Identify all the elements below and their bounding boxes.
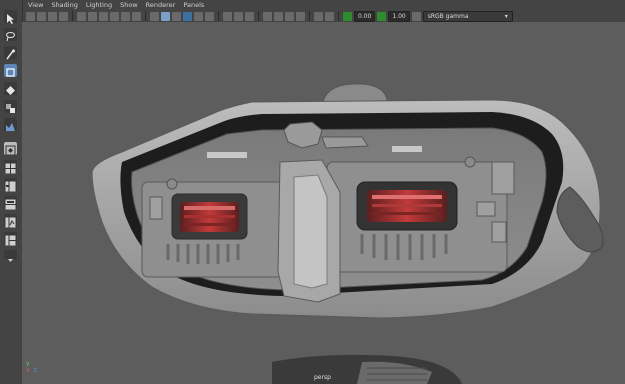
isolate-select-icon[interactable] <box>314 11 323 21</box>
use-all-lights-icon[interactable] <box>194 11 203 21</box>
camera-name-label: persp <box>314 374 331 381</box>
move-tool-icon[interactable] <box>4 64 17 77</box>
maya-window: View Shading Lighting Show Renderer Pane… <box>0 0 625 384</box>
camera-select-icon[interactable] <box>26 11 35 21</box>
layout-single-icon[interactable] <box>4 142 17 156</box>
chevron-down-icon: ▾ <box>504 12 508 20</box>
last-tool-icon[interactable] <box>4 118 17 131</box>
axis-z-label: z <box>33 367 37 374</box>
scale-tool-icon[interactable] <box>4 100 17 113</box>
rotate-tool-icon[interactable] <box>4 82 17 95</box>
camera-attributes-icon[interactable] <box>37 11 46 21</box>
wireframe-on-shaded-icon[interactable] <box>172 11 181 21</box>
persp-viewport[interactable]: y x z persp <box>22 22 625 384</box>
smooth-shade-icon[interactable] <box>161 11 170 21</box>
gate-mask-icon[interactable] <box>110 11 119 21</box>
resolution-gate-icon[interactable] <box>99 11 108 21</box>
menu-show[interactable]: Show <box>120 0 138 10</box>
image-plane-icon[interactable] <box>59 11 68 21</box>
safe-action-icon[interactable] <box>132 11 141 21</box>
layout-more-icon[interactable] <box>4 250 17 262</box>
menu-shading[interactable]: Shading <box>51 0 77 10</box>
xray-icon[interactable] <box>223 11 232 21</box>
gamma-icon[interactable] <box>377 11 387 21</box>
xray-components-icon[interactable] <box>245 11 254 21</box>
menu-renderer[interactable]: Renderer <box>146 0 176 10</box>
bookmark-icon[interactable] <box>48 11 57 21</box>
menu-view[interactable]: View <box>28 0 43 10</box>
wireframe-icon[interactable] <box>150 11 159 21</box>
paint-select-icon[interactable] <box>4 46 17 60</box>
xray-joints-icon[interactable] <box>234 11 243 21</box>
hud-icon[interactable] <box>325 11 334 21</box>
axis-gizmo: y x z <box>26 360 37 374</box>
layout-four-icon[interactable] <box>4 160 17 174</box>
color-management-icon[interactable] <box>411 11 421 21</box>
select-tool-icon[interactable] <box>4 10 17 24</box>
field-chart-icon[interactable] <box>121 11 130 21</box>
layout-persp-outliner-icon[interactable] <box>4 196 17 210</box>
menu-lighting[interactable]: Lighting <box>86 0 112 10</box>
tool-box <box>0 0 23 384</box>
film-gate-icon[interactable] <box>88 11 97 21</box>
grid-icon[interactable] <box>77 11 86 21</box>
exposure-field[interactable]: 0.00 <box>354 10 376 22</box>
panel-menu-bar: View Shading Lighting Show Renderer Pane… <box>22 0 204 10</box>
depth-of-field-icon[interactable] <box>296 11 305 21</box>
shadows-icon[interactable] <box>205 11 214 21</box>
view-transform-value: sRGB gamma <box>427 12 469 20</box>
toolbar-separator <box>338 11 339 21</box>
panel-toolbar: 0.00 1.00 sRGB gamma ▾ <box>22 10 625 22</box>
axis-x-label: x <box>26 367 30 374</box>
anti-aliasing-icon[interactable] <box>285 11 294 21</box>
toolbar-separator <box>258 11 259 21</box>
menu-panels[interactable]: Panels <box>183 0 204 10</box>
exposure-icon[interactable] <box>343 11 352 21</box>
layout-outliner-icon[interactable] <box>4 232 17 246</box>
toolbar-separator <box>218 11 219 21</box>
layout-graph-icon[interactable] <box>4 214 17 228</box>
gamma-field[interactable]: 1.00 <box>388 10 410 22</box>
axis-y-label: y <box>26 360 30 367</box>
toolbar-separator <box>309 11 310 21</box>
headlight-model <box>91 83 604 384</box>
toolbar-separator <box>72 11 73 21</box>
toolbar-separator <box>145 11 146 21</box>
lasso-tool-icon[interactable] <box>4 28 17 42</box>
ambient-occlusion-icon[interactable] <box>263 11 272 21</box>
layout-side-icon[interactable] <box>4 178 17 192</box>
view-transform-select[interactable]: sRGB gamma ▾ <box>422 10 513 22</box>
motion-blur-icon[interactable] <box>274 11 283 21</box>
textured-icon[interactable] <box>183 11 192 21</box>
